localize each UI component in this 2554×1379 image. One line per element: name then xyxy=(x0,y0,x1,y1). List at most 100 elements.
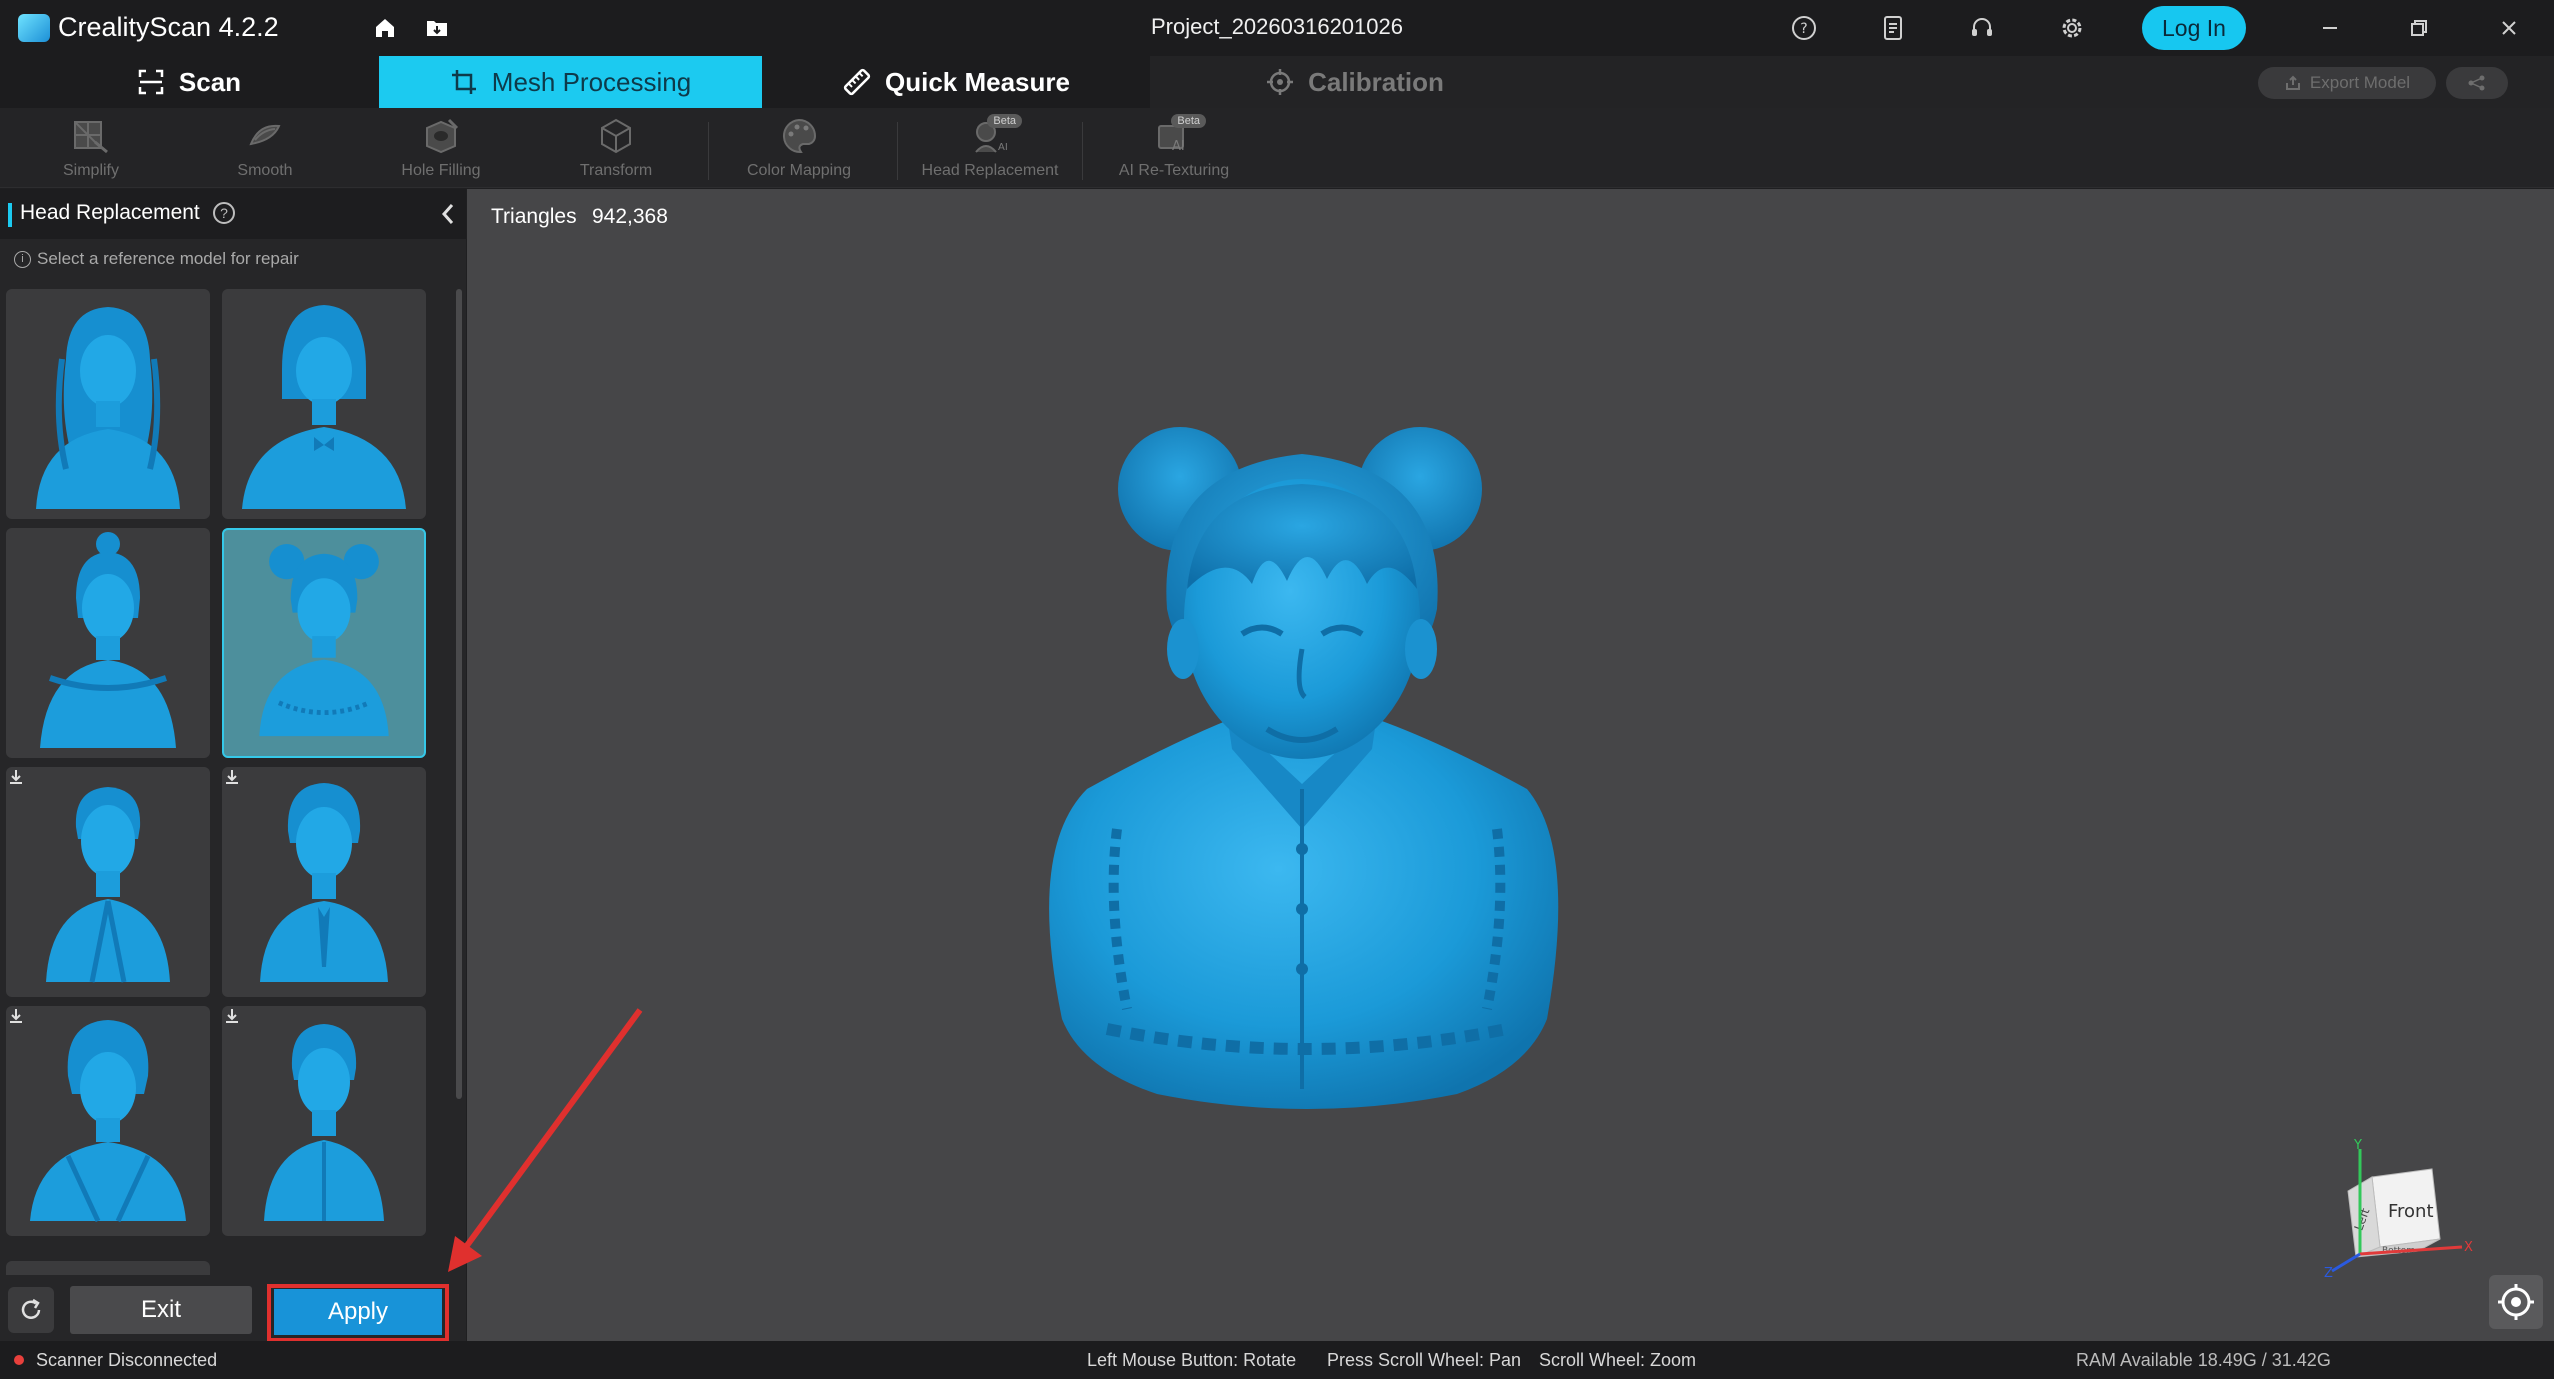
reference-model-8[interactable] xyxy=(222,1006,426,1236)
hint-rotate: Left Mouse Button: Rotate xyxy=(1087,1350,1297,1370)
tool-smooth[interactable]: Smooth xyxy=(190,114,340,184)
tool-color-mapping[interactable]: Color Mapping xyxy=(724,114,874,184)
axis-x-label: X xyxy=(2464,1240,2473,1255)
reference-model-1[interactable] xyxy=(6,289,210,519)
nav-cube-front: Front xyxy=(2388,1201,2434,1222)
tool-head-replacement[interactable]: AI Beta Head Replacement xyxy=(915,114,1065,184)
panel-help-icon[interactable]: ? xyxy=(213,202,235,224)
mesh-toolbar: Simplify Smooth Hole Filling Transform C… xyxy=(0,108,2554,188)
tool-simplify[interactable]: Simplify xyxy=(16,114,166,184)
minimize-icon[interactable] xyxy=(2310,10,2350,46)
home-icon[interactable] xyxy=(371,14,399,42)
axis-y-label: Y xyxy=(2353,1139,2362,1153)
smooth-icon xyxy=(243,114,287,158)
tool-ai-retexturing-label: AI Re-Texturing xyxy=(1118,162,1230,179)
panel-header: Head Replacement ? xyxy=(0,189,466,239)
tab-scan-label: Scan xyxy=(178,66,242,97)
toolbar-divider xyxy=(708,122,709,180)
bust-bob-hair-thumbnail xyxy=(242,305,406,509)
beta-badge: Beta xyxy=(987,114,1022,128)
reference-model-partial xyxy=(6,1261,210,1275)
hole-filling-icon xyxy=(419,114,463,158)
panel-hint: i Select a reference model for repair xyxy=(14,249,299,269)
reset-view-button[interactable] xyxy=(2489,1275,2543,1329)
manual-icon[interactable] xyxy=(1879,14,1907,42)
reference-model-2[interactable] xyxy=(222,289,426,519)
close-icon[interactable] xyxy=(2489,10,2529,46)
app-window: CrealityScan 4.2.2 Project_2026031620102… xyxy=(0,0,2554,1379)
collapse-panel-icon[interactable] xyxy=(436,199,460,229)
app-title: CrealityScan 4.2.2 xyxy=(58,12,279,42)
tool-hole-filling[interactable]: Hole Filling xyxy=(366,114,516,184)
tool-transform-label: Transform xyxy=(579,162,653,179)
bust-double-bun-thumbnail xyxy=(259,543,389,737)
login-button[interactable]: Log In xyxy=(2142,6,2246,50)
simplify-icon xyxy=(69,114,113,158)
exit-button[interactable]: Exit xyxy=(70,1286,252,1334)
svg-text:AI: AI xyxy=(998,142,1008,153)
ram-available: RAM Available 18.49G / 31.42G xyxy=(2076,1350,2331,1370)
tool-smooth-label: Smooth xyxy=(237,162,293,179)
scanner-status-dot xyxy=(14,1355,24,1365)
head-replace-icon: AI Beta xyxy=(968,114,1022,158)
download-icon[interactable] xyxy=(222,767,242,787)
reference-model-7[interactable] xyxy=(6,1006,210,1236)
status-bar: Scanner Disconnected Left Mouse Button: … xyxy=(0,1341,2554,1379)
toolbar-divider xyxy=(1082,122,1083,180)
download-icon[interactable] xyxy=(6,767,26,787)
tab-quick-measure[interactable]: Quick Measure xyxy=(763,56,1150,108)
3d-viewport[interactable]: Triangles 942,368 Front Left Y X Z xyxy=(467,189,2554,1341)
ruler-icon xyxy=(843,68,871,96)
head-replacement-panel: Head Replacement ? i Select a reference … xyxy=(0,189,466,1342)
title-bar: CrealityScan 4.2.2 Project_2026031620102… xyxy=(0,0,2554,56)
app-logo-icon xyxy=(18,14,50,42)
tab-scan[interactable]: Scan xyxy=(0,56,378,108)
palette-icon xyxy=(777,114,821,158)
bust-male-curly-hair-thumbnail xyxy=(30,1020,186,1223)
ai-texture-icon: AI Beta xyxy=(1152,114,1206,158)
reference-model-4-selected[interactable] xyxy=(222,528,426,758)
bust-hair-bun-thumbnail xyxy=(40,532,176,748)
export-model-label: Export Model xyxy=(2309,73,2411,92)
reference-model-6[interactable] xyxy=(222,767,426,997)
export-model-button[interactable]: Export Model xyxy=(2258,67,2436,99)
export-icon xyxy=(2285,75,2300,90)
tab-mesh-processing[interactable]: Mesh Processing xyxy=(379,56,762,108)
settings-gear-icon[interactable] xyxy=(2058,14,2086,42)
mode-tab-bar: Scan Mesh Processing Quick Measure Calib… xyxy=(0,56,2554,108)
reset-button[interactable] xyxy=(8,1287,54,1333)
support-headset-icon[interactable] xyxy=(1968,14,1996,42)
download-icon[interactable] xyxy=(222,1006,242,1026)
bust-model-render xyxy=(1049,427,1559,1109)
share-button[interactable] xyxy=(2446,67,2508,99)
tab-calibration-label: Calibration xyxy=(1308,66,1444,97)
target-icon xyxy=(2498,1284,2534,1320)
apply-button[interactable]: Apply xyxy=(274,1289,442,1335)
help-icon[interactable]: ? xyxy=(1790,14,1818,42)
beta-badge: Beta xyxy=(1171,114,1206,128)
reference-model-5[interactable] xyxy=(6,767,210,997)
tool-head-replacement-label: Head Replacement xyxy=(921,162,1059,179)
scan-frame-icon xyxy=(138,69,164,95)
axis-z-label: Z xyxy=(2324,1266,2333,1279)
hint-zoom: Scroll Wheel: Zoom xyxy=(1539,1350,1697,1370)
panel-title: Head Replacement xyxy=(20,201,200,224)
toolbar-divider xyxy=(897,122,898,180)
download-icon[interactable] xyxy=(6,1006,26,1026)
tab-calibration[interactable]: Calibration xyxy=(1150,56,1560,108)
folder-icon[interactable] xyxy=(423,14,451,42)
restore-icon[interactable] xyxy=(2399,10,2439,46)
bust-male-tie-thumbnail xyxy=(260,783,388,982)
bust-male-suit-thumbnail xyxy=(46,787,170,983)
refresh-icon xyxy=(21,1298,41,1319)
svg-text:AI: AI xyxy=(1172,139,1185,154)
transform-cube-icon xyxy=(594,114,638,158)
navigation-cube[interactable]: Front Left Bottom Y X Z xyxy=(2322,1139,2492,1279)
scanner-status: Scanner Disconnected xyxy=(36,1350,218,1370)
tool-transform[interactable]: Transform xyxy=(541,114,691,184)
reference-model-3[interactable] xyxy=(6,528,210,758)
panel-scrollbar[interactable] xyxy=(456,289,462,1099)
panel-header-accent xyxy=(8,203,12,227)
tool-ai-retexturing[interactable]: AI Beta AI Re-Texturing xyxy=(1099,114,1249,184)
mesh-crop-icon xyxy=(451,70,476,94)
